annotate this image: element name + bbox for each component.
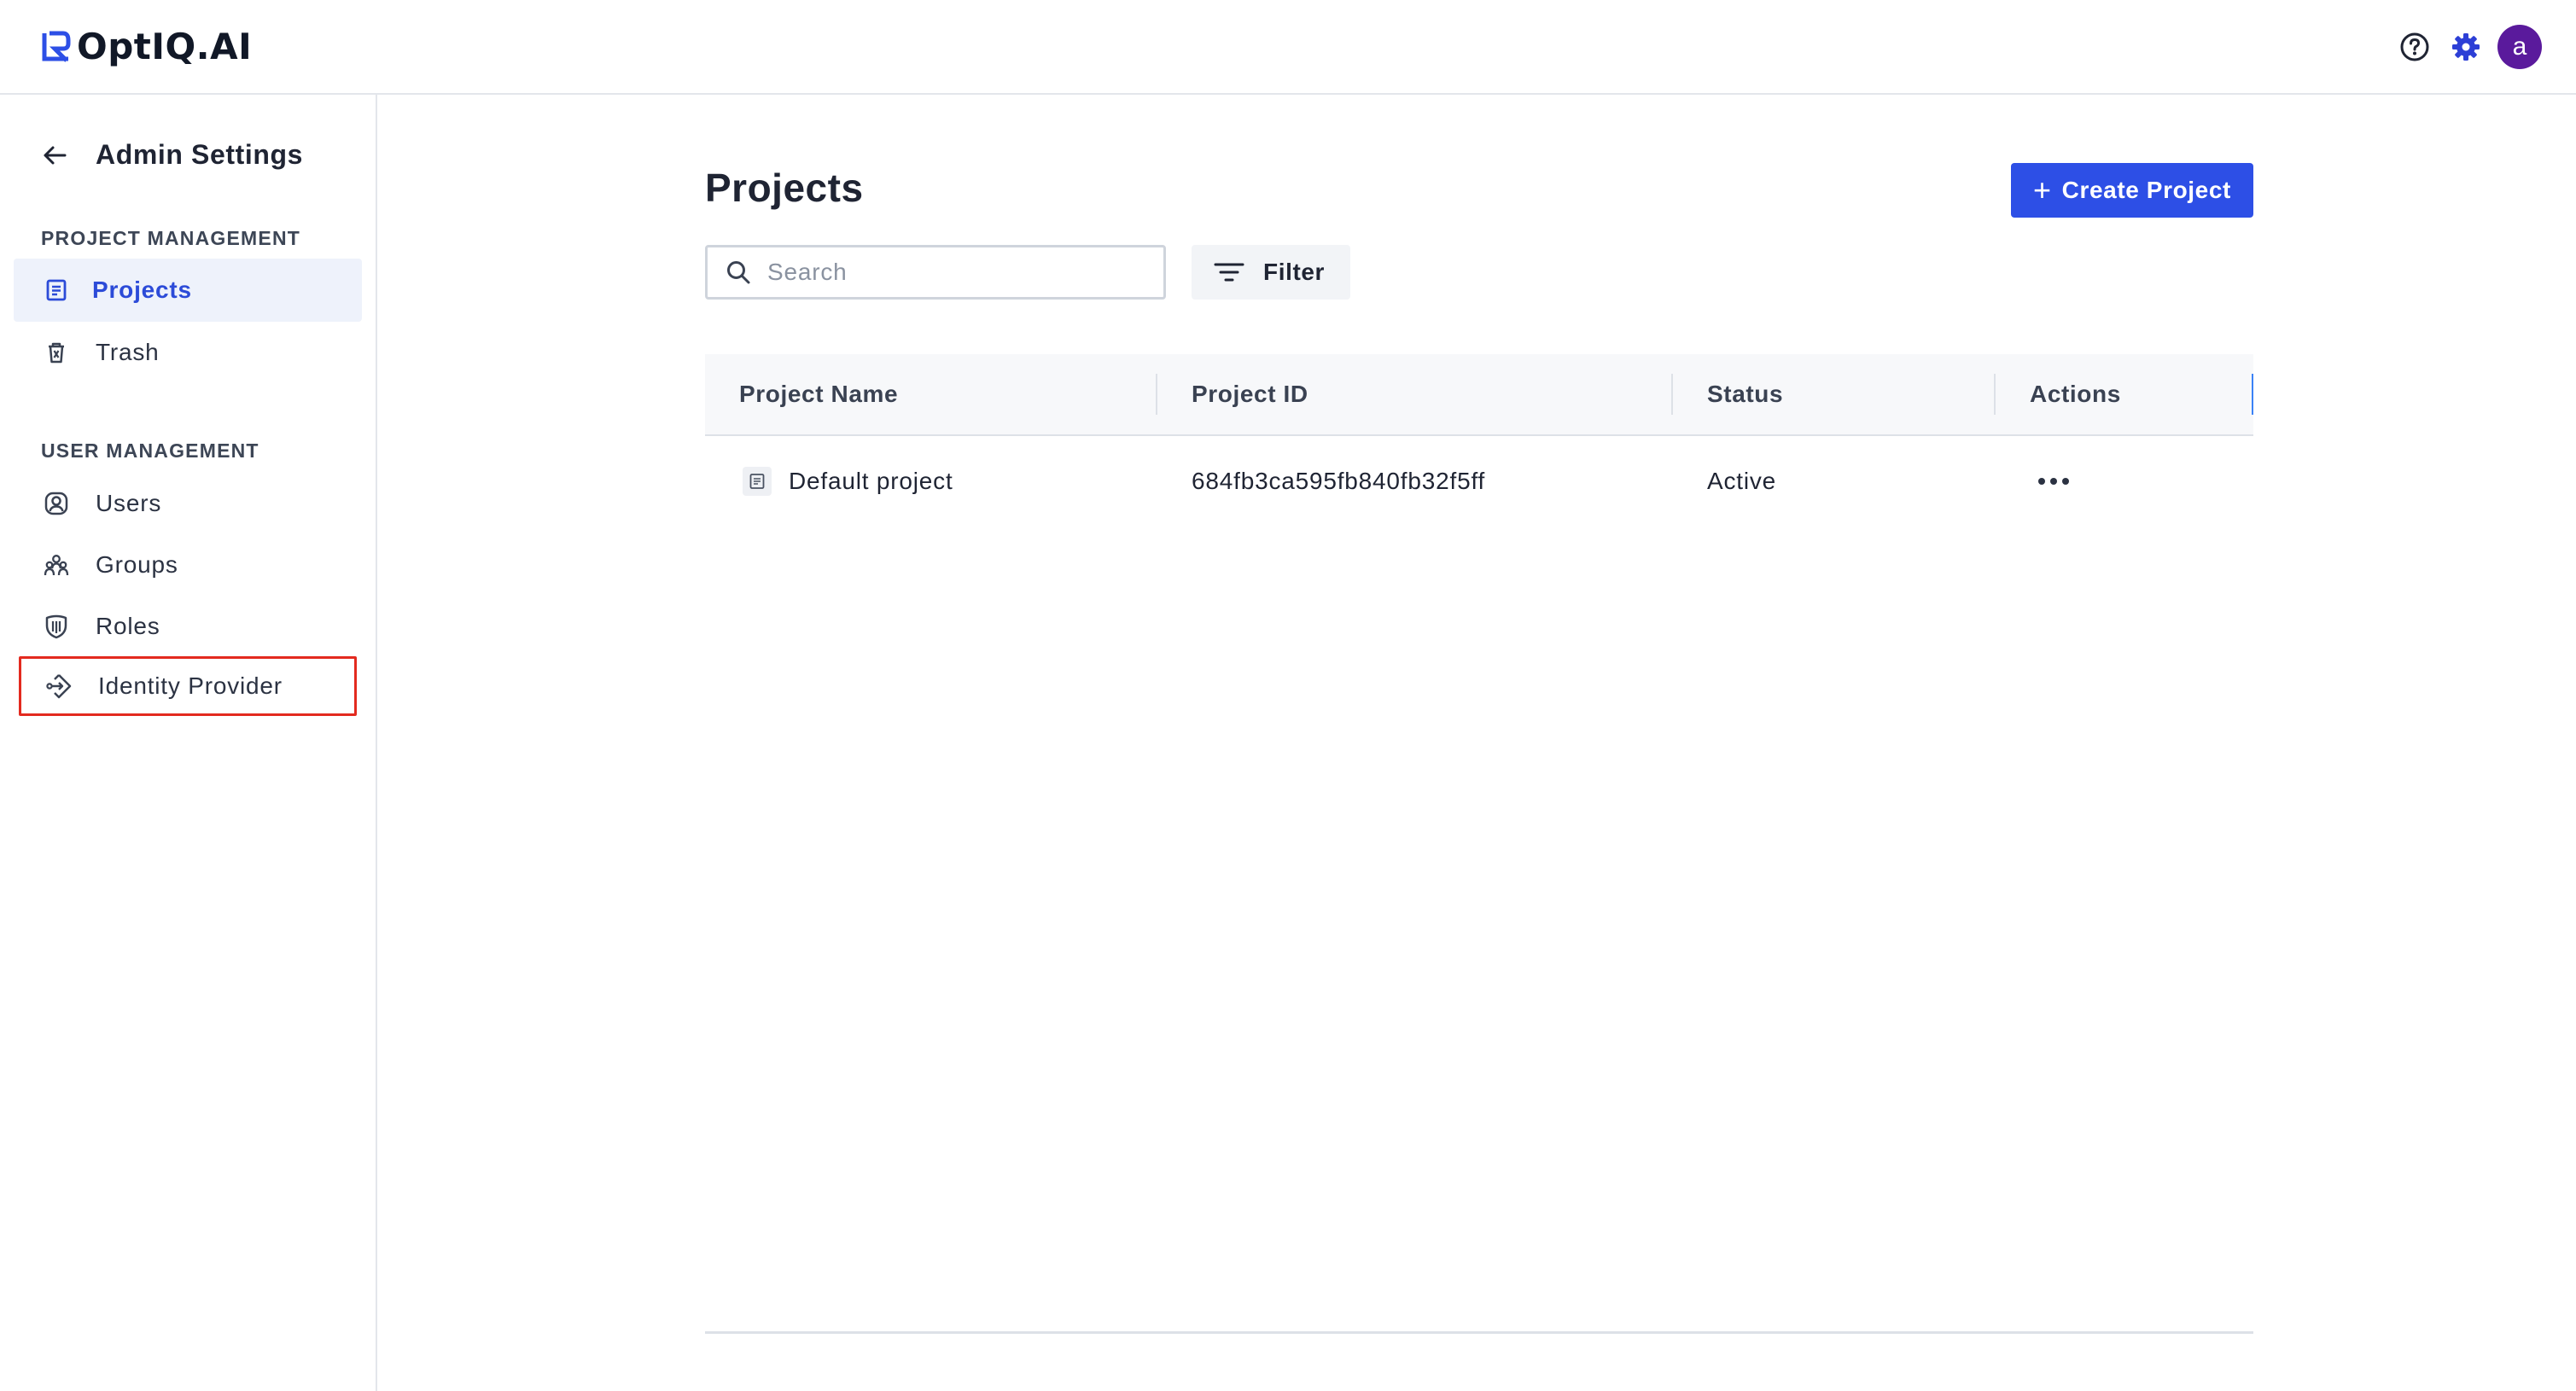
cell-actions	[1996, 478, 2253, 485]
cell-status: Active	[1707, 468, 1777, 494]
filter-icon	[1214, 263, 1244, 282]
create-project-label: Create Project	[2061, 177, 2231, 203]
sidebar-item-label: Roles	[96, 613, 160, 639]
create-project-button[interactable]: + Create Project	[2011, 163, 2253, 218]
sidebar-item-label: Groups	[96, 551, 178, 578]
trash-icon	[41, 337, 72, 368]
sidebar-item-groups[interactable]: Groups	[14, 533, 362, 597]
sidebar-item-label: Trash	[96, 339, 160, 365]
sidebar-item-trash[interactable]: Trash	[14, 321, 362, 384]
filter-button[interactable]: Filter	[1192, 245, 1350, 300]
main-content: Projects + Create Project Filter Project…	[379, 95, 2576, 1391]
sidebar-item-users[interactable]: Users	[14, 472, 362, 535]
roles-shield-icon	[41, 611, 72, 642]
user-avatar[interactable]: a	[2497, 25, 2542, 69]
sidebar-item-label: Identity Provider	[98, 672, 283, 699]
column-header-status[interactable]: Status	[1673, 353, 1996, 435]
user-icon	[41, 488, 72, 519]
sidebar-item-label: Users	[96, 490, 162, 516]
groups-icon	[41, 550, 72, 580]
table-header: Project Name Project ID Status Actions	[705, 354, 2253, 436]
column-header-project-id[interactable]: Project ID	[1157, 353, 1673, 435]
identity-provider-icon	[44, 671, 74, 701]
back-to-admin-settings[interactable]: Admin Settings	[41, 139, 303, 171]
search-icon	[727, 261, 750, 284]
column-header-label: Project Name	[739, 381, 899, 407]
project-icon	[41, 275, 72, 306]
logo-mark-icon	[42, 31, 71, 62]
column-header-project-name[interactable]: Project Name	[705, 353, 1157, 435]
sidebar: Admin Settings PROJECT MANAGEMENT Projec…	[0, 95, 377, 1391]
table-row[interactable]: Default project 684fb3ca595fb840fb32f5ff…	[705, 436, 2253, 527]
cell-project-id: 684fb3ca595fb840fb32f5ff	[1192, 468, 1486, 494]
top-bar: OptIQ.AI a	[0, 0, 2576, 95]
sidebar-item-projects[interactable]: Projects	[14, 259, 362, 322]
section-label-project-management: PROJECT MANAGEMENT	[41, 227, 301, 249]
divider	[705, 1331, 2253, 1334]
search-input[interactable]	[767, 259, 1143, 286]
filter-label: Filter	[1263, 259, 1326, 285]
projects-table: Project Name Project ID Status Actions D…	[705, 354, 2253, 527]
column-header-actions[interactable]: Actions	[1996, 353, 2253, 435]
logo-text: OptIQ.AI	[77, 26, 253, 67]
top-right-icons: a	[2380, 25, 2542, 69]
column-resize-handle[interactable]	[2252, 374, 2253, 415]
cell-project-name[interactable]: Default project	[705, 467, 1157, 496]
project-name[interactable]: Default project	[789, 468, 953, 495]
app-root: OptIQ.AI a Admin Settings PROJECT MANAGE…	[0, 0, 2576, 1391]
more-actions-icon[interactable]	[2038, 478, 2069, 485]
column-header-label: Status	[1707, 381, 1784, 407]
help-icon[interactable]	[2398, 31, 2431, 63]
sidebar-item-roles[interactable]: Roles	[14, 595, 362, 658]
search-box[interactable]	[705, 245, 1166, 300]
column-header-label: Project ID	[1192, 381, 1308, 407]
column-header-label: Actions	[2030, 381, 2121, 407]
sidebar-item-label: Projects	[92, 276, 192, 303]
sidebar-item-identity-provider[interactable]: Identity Provider	[19, 656, 357, 716]
plus-icon: +	[2033, 172, 2052, 207]
logo[interactable]: OptIQ.AI	[39, 26, 252, 67]
arrow-left-icon[interactable]	[41, 140, 72, 171]
section-label-user-management: USER MANAGEMENT	[41, 439, 259, 462]
sidebar-title: Admin Settings	[96, 139, 304, 170]
page-title: Projects	[705, 166, 864, 210]
settings-gear-icon[interactable]	[2450, 31, 2482, 63]
project-icon	[743, 467, 772, 496]
